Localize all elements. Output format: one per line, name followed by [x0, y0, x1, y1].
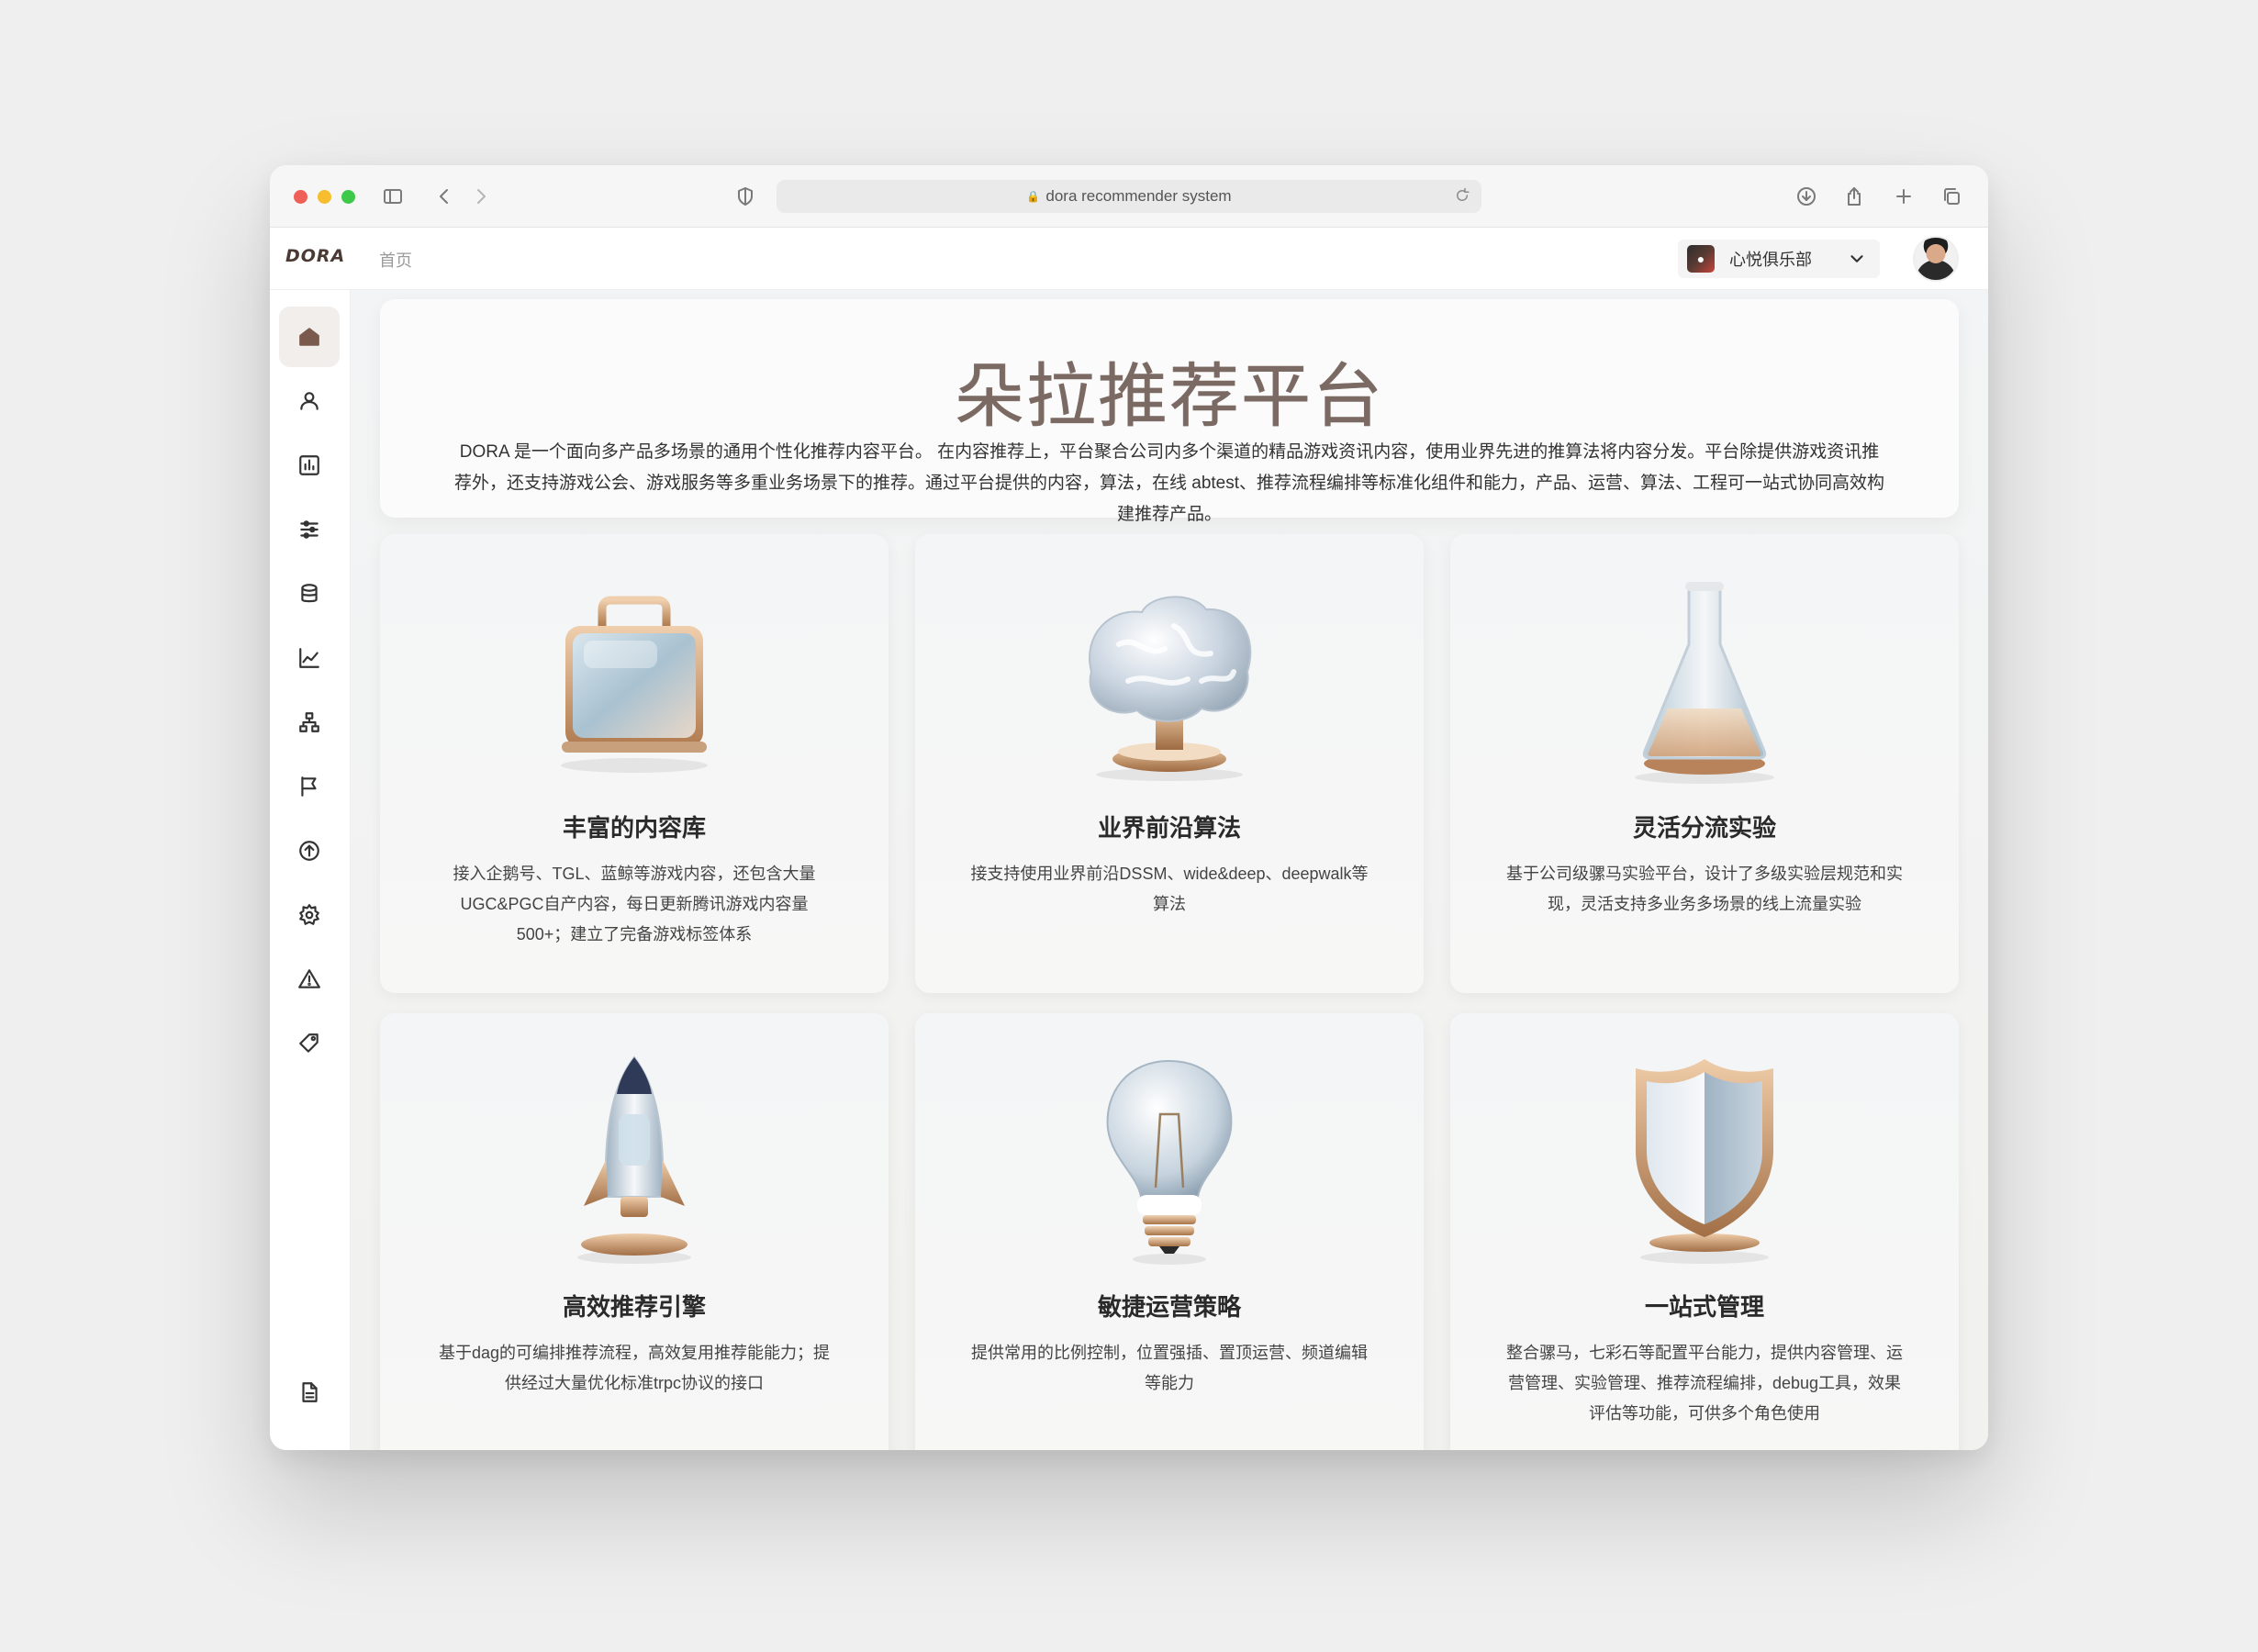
feature-card-desc: 接入企鹅号、TGL、蓝鲸等游戏内容，还包含大量UGC&PGC自产内容，每日更新腾…: [453, 865, 816, 943]
sidebar-item-alert[interactable]: [279, 949, 340, 1010]
browser-toolbar: 🔒 dora recommender system: [270, 165, 1988, 228]
app-header: DORA 首页 ● 心悦俱乐部: [270, 228, 1988, 290]
sidebar-item-user[interactable]: [279, 371, 340, 431]
sidebar-item-upload[interactable]: [279, 820, 340, 881]
tab-overview-icon[interactable]: [1939, 184, 1964, 209]
briefcase-icon: [529, 571, 740, 791]
gear-icon: [299, 904, 319, 925]
feature-card[interactable]: 高效推荐引擎 基于dag的可编排推荐流程，高效复用推荐能能力；提供经过大量优化标…: [380, 1013, 889, 1450]
brain-icon: [1064, 571, 1275, 791]
new-tab-icon[interactable]: [1891, 184, 1917, 209]
reload-icon[interactable]: [1454, 187, 1472, 206]
browser-window: 🔒 dora recommender system DORA 首页 ● 心悦俱乐…: [270, 165, 1988, 1450]
database-icon: [301, 584, 318, 603]
flask-icon: [1599, 571, 1810, 791]
feature-card-title: 业界前沿算法: [1097, 814, 1241, 842]
sidebar-toggle-icon[interactable]: [380, 184, 406, 209]
sidebar-item-report[interactable]: [279, 435, 340, 496]
sidebar-item-docs[interactable]: [279, 1362, 340, 1423]
url-text: dora recommender system: [1045, 187, 1232, 205]
warning-icon: [298, 969, 320, 988]
feature-card-title: 一站式管理: [1644, 1293, 1764, 1321]
share-icon[interactable]: [1841, 184, 1867, 209]
feature-card[interactable]: 灵活分流实验 基于公司级骡马实验平台，设计了多级实验层规范和实现，灵活支持多业务…: [1450, 534, 1959, 993]
sidebar-item-trend[interactable]: [279, 628, 340, 688]
feature-card-desc: 基于公司级骡马实验平台，设计了多级实验层规范和实现，灵活支持多业务多场景的线上流…: [1506, 865, 1903, 913]
close-window-button[interactable]: [294, 190, 307, 204]
rocket-icon: [529, 1050, 740, 1270]
sidebar-item-flow[interactable]: [279, 692, 340, 753]
feature-card-title: 丰富的内容库: [562, 814, 706, 842]
back-icon[interactable]: [431, 184, 457, 209]
platform-title: 朵拉推荐平台: [955, 355, 1384, 438]
feature-card[interactable]: 一站式管理 整合骡马，七彩石等配置平台能力，提供内容管理、运营管理、实验管理、推…: [1450, 1013, 1959, 1450]
privacy-shield-icon[interactable]: [732, 184, 758, 209]
user-avatar[interactable]: [1913, 236, 1959, 282]
chevron-down-icon: [1847, 249, 1867, 269]
shield-icon: [1599, 1050, 1810, 1270]
lock-icon: 🔒: [1026, 190, 1041, 203]
window-controls: [294, 190, 355, 204]
club-name: 心悦俱乐部: [1729, 251, 1812, 269]
maximize-window-button[interactable]: [341, 190, 355, 204]
platform-description: DORA 是一个面向多产品多场景的通用个性化推荐内容平台。 在内容推荐上，平台聚…: [453, 442, 1885, 524]
sidebar-item-database[interactable]: [279, 564, 340, 624]
sidebar-item-tag[interactable]: [279, 1013, 340, 1074]
home-icon: [299, 328, 319, 346]
tag-icon: [299, 1033, 319, 1053]
club-avatar: ●: [1687, 245, 1715, 273]
feature-card[interactable]: 丰富的内容库 接入企鹅号、TGL、蓝鲸等游戏内容，还包含大量UGC&PGC自产内…: [380, 534, 889, 993]
club-selector[interactable]: ● 心悦俱乐部: [1678, 240, 1880, 278]
feature-card-title: 敏捷运营策略: [1097, 1293, 1241, 1321]
breadcrumb-home[interactable]: 首页: [379, 248, 412, 272]
intro-banner: 朵拉推荐平台 DORA 是一个面向多产品多场景的通用个性化推荐内容平台。 在内容…: [380, 299, 1959, 524]
sidebar-nav: [270, 290, 351, 1450]
sidebar-item-config[interactable]: [279, 499, 340, 560]
feature-card-desc: 整合骡马，七彩石等配置平台能力，提供内容管理、运营管理、实验管理、推荐流程编排，…: [1506, 1344, 1903, 1423]
sidebar-item-flag[interactable]: [279, 756, 340, 817]
feature-card[interactable]: 业界前沿算法 接支持使用业界前沿DSSM、wide&deep、deepwalk等…: [915, 534, 1424, 993]
feature-card-desc: 提供常用的比例控制，位置强插、置顶运营、频道编辑等能力: [971, 1344, 1368, 1392]
feature-card-desc: 接支持使用业界前沿DSSM、wide&deep、deepwalk等算法: [970, 865, 1369, 913]
lightbulb-icon: [1064, 1050, 1275, 1270]
upload-icon: [299, 841, 319, 861]
feature-card-desc: 基于dag的可编排推荐流程，高效复用推荐能能力；提供经过大量优化标准trpc协议…: [438, 1344, 831, 1392]
forward-icon[interactable]: [468, 184, 494, 209]
sitemap-icon: [299, 712, 319, 732]
flag-icon: [301, 776, 317, 797]
feature-card-title: 灵活分流实验: [1632, 814, 1776, 842]
dora-logo[interactable]: DORA: [285, 246, 345, 266]
user-icon: [300, 392, 319, 410]
address-bar[interactable]: 🔒 dora recommender system: [777, 180, 1481, 213]
minimize-window-button[interactable]: [318, 190, 331, 204]
document-icon: [302, 1382, 318, 1402]
sidebar-item-home[interactable]: [279, 307, 340, 367]
download-icon[interactable]: [1794, 184, 1819, 209]
feature-card[interactable]: 敏捷运营策略 提供常用的比例控制，位置强插、置顶运营、频道编辑等能力: [915, 1013, 1424, 1450]
sliders-icon: [300, 520, 319, 539]
line-chart-icon: [299, 648, 319, 668]
bar-chart-icon: [299, 455, 319, 475]
sidebar-item-settings[interactable]: [279, 885, 340, 945]
feature-card-title: 高效推荐引擎: [562, 1293, 706, 1321]
main-content: 朵拉推荐平台 DORA 是一个面向多产品多场景的通用个性化推荐内容平台。 在内容…: [351, 290, 1988, 1450]
